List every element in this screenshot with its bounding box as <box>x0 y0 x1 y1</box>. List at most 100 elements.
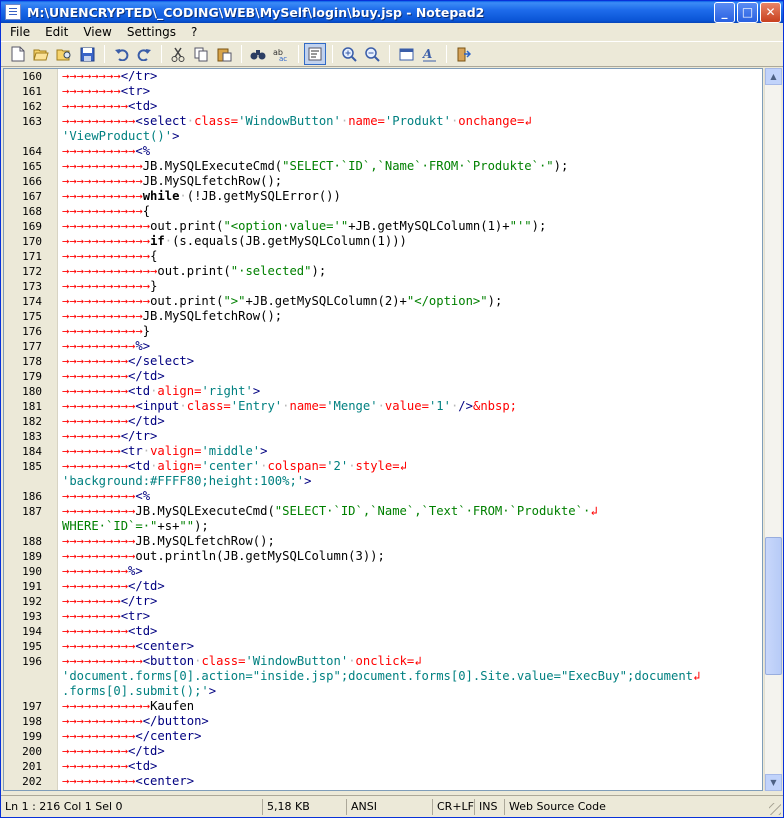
minimize-button[interactable]: _ <box>714 1 735 23</box>
code-line[interactable]: 193 →→→→→→→→<tr> <box>4 609 762 624</box>
code-token: →→→→→→→→→→ <box>62 639 136 653</box>
editor-area[interactable]: 160 →→→→→→→→</tr> 161 →→→→→→→→<tr> 162 →→→→→→… <box>3 68 763 791</box>
code-line[interactable]: 179 →→→→→→→→→</td> <box>4 369 762 384</box>
vertical-scrollbar[interactable]: ▲ ▼ <box>764 68 782 791</box>
save-icon[interactable] <box>76 43 98 65</box>
code-line[interactable]: 164 →→→→→→→→→→<% <box>4 144 762 159</box>
scheme-icon[interactable] <box>395 43 417 65</box>
code-line[interactable]: 180 →→→→→→→→→<td·align='right'> <box>4 384 762 399</box>
code-line[interactable]: 166 →→→→→→→→→→→JB.MySQLfetchRow(); <box>4 174 762 189</box>
line-number: 160 <box>22 70 42 83</box>
paste-icon[interactable] <box>213 43 235 65</box>
find-icon[interactable] <box>247 43 269 65</box>
code-line[interactable]: 163 →→→→→→→→→→<select·class='WindowButton… <box>4 114 762 129</box>
status-scheme[interactable]: Web Source Code <box>505 799 685 815</box>
code-line[interactable]: 198 →→→→→→→→→→→</button> <box>4 714 762 729</box>
menu-file[interactable]: File <box>1 25 36 39</box>
code-line[interactable]: 201 →→→→→→→→→<td> <box>4 759 762 774</box>
code-token: 'background:#FFFF80;height:100%;' <box>62 474 305 488</box>
code-line[interactable]: 197 →→→→→→→→→→→→Kaufen <box>4 699 762 714</box>
code-line[interactable]: 'background:#FFFF80;height:100%;'> <box>4 474 762 489</box>
title-bar[interactable]: M:\UNENCRYPTED\_CODING\WEB\MySelf\login\… <box>1 1 783 23</box>
code-token: →→→→→→→→ <box>62 444 121 458</box>
code-line[interactable]: 182 →→→→→→→→→</td> <box>4 414 762 429</box>
copy-icon[interactable] <box>190 43 212 65</box>
code-line[interactable]: 184 →→→→→→→→<tr·valign='middle'> <box>4 444 762 459</box>
scroll-down-arrow-icon[interactable]: ▼ <box>765 774 782 791</box>
code-line[interactable]: 162 →→→→→→→→→<td> <box>4 99 762 114</box>
code-line[interactable]: 189 →→→→→→→→→→out.println(JB.getMySQLColu… <box>4 549 762 564</box>
code-line[interactable]: 175 →→→→→→→→→→→JB.MySQLfetchRow(); <box>4 309 762 324</box>
line-number: 190 <box>22 565 42 578</box>
code-text: →→→→→→→→</tr> <box>62 69 157 84</box>
code-line[interactable]: 181 →→→→→→→→→→<input·class='Entry'·name='… <box>4 399 762 414</box>
redo-icon[interactable] <box>133 43 155 65</box>
open-file-icon[interactable] <box>30 43 52 65</box>
code-line[interactable]: 186 →→→→→→→→→→<% <box>4 489 762 504</box>
line-number: 193 <box>22 610 42 623</box>
code-line[interactable]: 172 →→→→→→→→→→→→→out.print("·selected"); <box>4 264 762 279</box>
replace-icon[interactable]: ab ac <box>270 43 292 65</box>
zoom-in-icon[interactable] <box>338 43 360 65</box>
code-text: →→→→→→→→→</td> <box>62 414 165 429</box>
code-line[interactable]: 'ViewProduct()'> <box>4 129 762 144</box>
line-number: 176 <box>22 325 42 338</box>
code-line[interactable]: 168 →→→→→→→→→→→{ <box>4 204 762 219</box>
code-line[interactable]: 161 →→→→→→→→<tr> <box>4 84 762 99</box>
new-file-icon[interactable] <box>7 43 29 65</box>
code-line[interactable]: 176 →→→→→→→→→→→} <box>4 324 762 339</box>
menu-view[interactable]: View <box>74 25 117 39</box>
code-line[interactable]: 174 →→→→→→→→→→→→out.print(">"+JB.getMySQL… <box>4 294 762 309</box>
code-token: %> <box>135 339 151 353</box>
code-line[interactable]: 187 →→→→→→→→→→JB.MySQLExecuteCmd("SELECT·… <box>4 504 762 519</box>
menu-edit[interactable]: Edit <box>36 25 74 39</box>
code-line[interactable]: 170 →→→→→→→→→→→→if·(s.equals(JB.getMySQLC… <box>4 234 762 249</box>
code-line[interactable]: 'document.forms[0].action="inside.jsp";d… <box>4 669 762 684</box>
code-line[interactable]: 200 →→→→→→→→→</td> <box>4 744 762 759</box>
code-token: onclick= <box>355 654 415 668</box>
word-wrap-icon[interactable] <box>304 43 326 65</box>
code-line[interactable]: 171 →→→→→→→→→→→→{ <box>4 249 762 264</box>
code-line[interactable]: 169 →→→→→→→→→→→→out.print("<option·value=… <box>4 219 762 234</box>
code-line[interactable]: 173 →→→→→→→→→→→→} <box>4 279 762 294</box>
menu-settings[interactable]: Settings <box>118 25 182 39</box>
exit-icon[interactable] <box>452 43 474 65</box>
code-line[interactable]: 185 →→→→→→→→→<td·align='center'·colspan='… <box>4 459 762 474</box>
scrollbar-thumb[interactable] <box>765 537 782 675</box>
code-token: →→→→→→→→→→→ <box>62 174 143 188</box>
zoom-out-icon[interactable] <box>361 43 383 65</box>
code-line[interactable]: 199 →→→→→→→→→→</center> <box>4 729 762 744</box>
code-line[interactable]: 167 →→→→→→→→→→→while·(!JB.getMySQLError()… <box>4 189 762 204</box>
line-number: 165 <box>22 160 42 173</box>
notepad-app-icon[interactable] <box>5 4 21 20</box>
code-line[interactable]: 183 →→→→→→→→</tr> <box>4 429 762 444</box>
code-line[interactable]: 177 →→→→→→→→→→%> <box>4 339 762 354</box>
code-line[interactable]: 194 →→→→→→→→→<td> <box>4 624 762 639</box>
status-line-endings[interactable]: CR+LF <box>433 798 475 815</box>
scroll-up-arrow-icon[interactable]: ▲ <box>765 68 782 85</box>
undo-icon[interactable] <box>110 43 132 65</box>
menu-help[interactable]: ? <box>182 25 203 39</box>
font-icon[interactable]: A <box>418 43 440 65</box>
close-button[interactable]: ✕ <box>760 1 781 23</box>
code-token: <center> <box>135 774 195 788</box>
browse-icon[interactable] <box>53 43 75 65</box>
code-line[interactable]: 178 →→→→→→→→→</select> <box>4 354 762 369</box>
code-line[interactable]: 191 →→→→→→→→→</td> <box>4 579 762 594</box>
code-line[interactable]: 160 →→→→→→→→</tr> <box>4 69 762 84</box>
code-line[interactable]: 196 →→→→→→→→→→→<button · class='WindowButto… <box>4 654 762 669</box>
code-line[interactable]: 188 →→→→→→→→→→JB.MySQLfetchRow(); <box>4 534 762 549</box>
code-line[interactable]: 165 →→→→→→→→→→→JB.MySQLExecuteCmd("SELECT… <box>4 159 762 174</box>
code-line[interactable]: 202 →→→→→→→→→→<center> <box>4 774 762 789</box>
code-line[interactable]: 195 →→→→→→→→→→<center> <box>4 639 762 654</box>
code-token: "" <box>179 519 195 533</box>
resize-grip-icon[interactable] <box>769 803 781 815</box>
cut-icon[interactable] <box>167 43 189 65</box>
status-insert-mode[interactable]: INS <box>475 798 505 815</box>
status-encoding[interactable]: ANSI <box>347 798 433 815</box>
maximize-button[interactable]: □ <box>737 1 758 23</box>
code-line[interactable]: 190 →→→→→→→→→%> <box>4 564 762 579</box>
code-line[interactable]: .forms[0].submit();'> <box>4 684 762 699</box>
code-line[interactable]: 192 →→→→→→→→</tr> <box>4 594 762 609</box>
code-line[interactable]: WHERE·`ID`=·"+s+""); <box>4 519 762 534</box>
